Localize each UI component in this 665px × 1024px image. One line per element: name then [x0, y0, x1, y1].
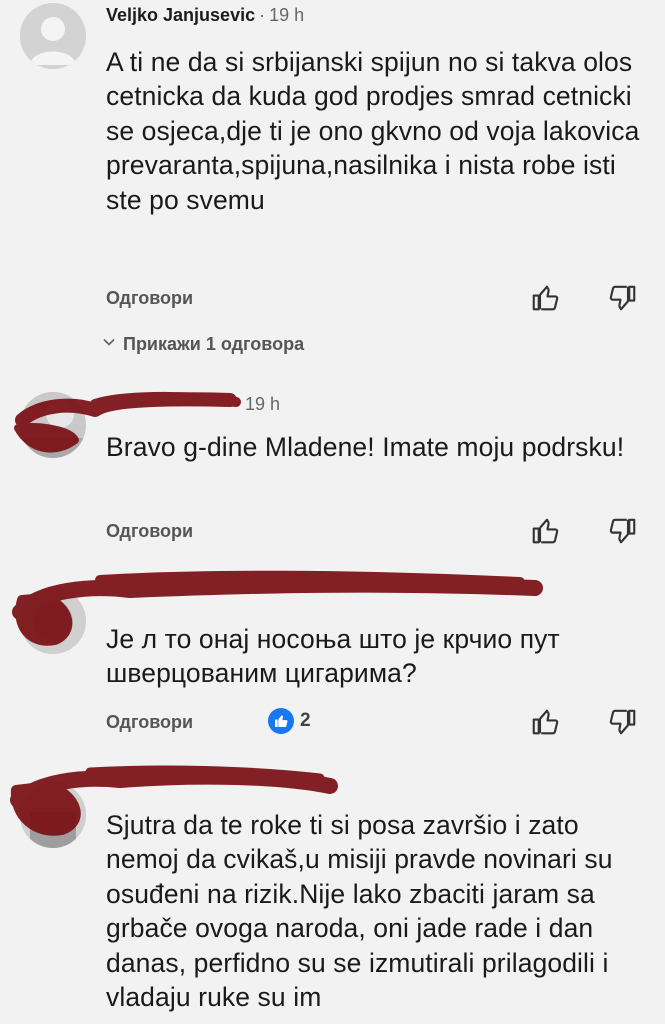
like-button[interactable] [530, 516, 560, 546]
thumbs-down-icon [609, 518, 636, 544]
avatar[interactable] [20, 3, 86, 69]
dislike-button[interactable] [608, 707, 638, 737]
thumbs-up-icon [532, 709, 559, 735]
thumbs-up-icon [532, 518, 559, 544]
thumbs-down-icon [609, 709, 636, 735]
separator-dot: · [259, 5, 266, 25]
show-replies-button[interactable]: Прикажи 1 одговора [103, 334, 304, 355]
separator-dot: · [235, 394, 242, 414]
timestamp: 19 h [269, 5, 305, 25]
timestamp: 19 h [245, 394, 281, 414]
like-button[interactable] [530, 283, 560, 313]
thumbs-down-icon [609, 285, 636, 311]
comment-header: Veljko Janjusevic · 19 h [106, 5, 304, 26]
reply-button[interactable]: Одговори [106, 712, 193, 733]
profile-photo [20, 392, 86, 458]
default-avatar-icon [20, 3, 86, 69]
comment-body: Bravo g-dine Mladene! Imate moju podrsku… [106, 432, 625, 462]
comment-body: Је л то онај носоња што је крчио пут шве… [106, 624, 560, 689]
like-reaction-icon [268, 708, 294, 734]
comment-body: Sjutra da te roke ti si posa završio i z… [106, 810, 613, 1013]
avatar[interactable] [20, 588, 86, 654]
dislike-button[interactable] [608, 516, 638, 546]
like-button[interactable] [530, 707, 560, 737]
avatar[interactable] [20, 782, 86, 848]
avatar[interactable] [20, 392, 86, 458]
comment-body: A ti ne da si srbijanski spijun no si ta… [106, 47, 640, 215]
reply-button[interactable]: Одговори [106, 288, 193, 309]
author-name[interactable]: Veljko Janjusevic [106, 5, 255, 25]
thumbs-up-icon [532, 285, 559, 311]
dislike-button[interactable] [608, 283, 638, 313]
profile-photo [20, 782, 86, 848]
comment-header: ...·19 h [140, 394, 280, 415]
show-replies-label: Прикажи 1 одговора [123, 334, 305, 354]
reaction-summary[interactable]: 2 [268, 708, 311, 736]
reply-button[interactable]: Одговори [106, 521, 193, 542]
like-count-value: 2 [300, 710, 311, 732]
chevron-down-icon [103, 338, 115, 346]
profile-photo [20, 588, 86, 654]
